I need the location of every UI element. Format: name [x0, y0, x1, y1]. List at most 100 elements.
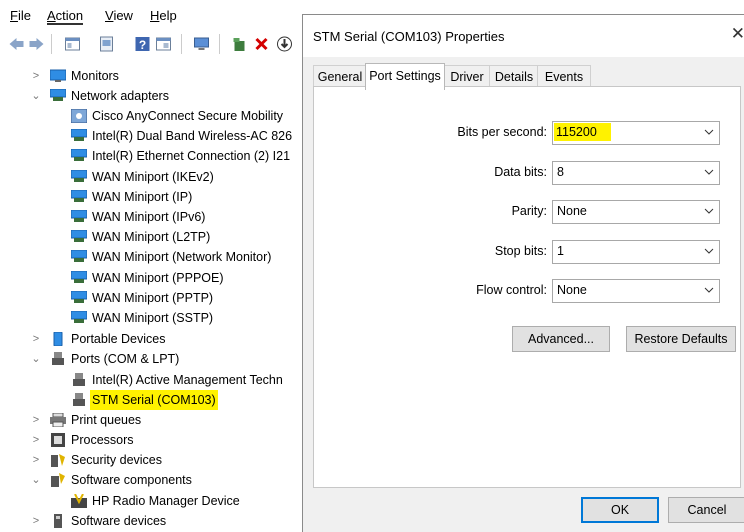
toolbar-separator: [51, 34, 52, 54]
tree-item-network-adapter[interactable]: Intel(R) Ethernet Connection (2) I21: [0, 146, 310, 166]
chevron-down-icon: [704, 208, 714, 214]
tree-item-network-adapter[interactable]: WAN Miniport (IPv6): [0, 207, 310, 227]
dialog-title: STM Serial (COM103) Properties: [313, 29, 505, 44]
network-adapter-icon: [50, 89, 66, 101]
tree-item-ports[interactable]: ⌄ Ports (COM & LPT): [0, 349, 310, 369]
tab-general[interactable]: General: [313, 65, 367, 88]
dialog-title-bar: STM Serial (COM103) Properties ✕: [303, 15, 744, 57]
help-icon[interactable]: ?: [134, 36, 151, 52]
monitor-icon: [50, 69, 66, 82]
tree-item-network-adapter[interactable]: WAN Miniport (Network Monitor): [0, 247, 310, 267]
network-adapter-icon: [71, 250, 87, 263]
close-icon[interactable]: ✕: [731, 24, 744, 44]
menu-view[interactable]: View: [105, 8, 133, 23]
port-settings-panel: Bits per second: 115200 Data bits: 8 Par…: [313, 86, 741, 488]
tab-details[interactable]: Details: [489, 65, 539, 88]
add-driver-icon[interactable]: [231, 36, 248, 52]
port-connector-icon: [73, 373, 85, 386]
vpn-adapter-icon: [71, 109, 87, 123]
tree-item-portable-devices[interactable]: > Portable Devices: [0, 329, 310, 349]
restore-defaults-button[interactable]: Restore Defaults: [626, 326, 736, 352]
properties-dialog: STM Serial (COM103) Properties ✕ General…: [302, 14, 744, 532]
tree-item-processors[interactable]: > Processors: [0, 430, 310, 450]
forward-arrow-icon[interactable]: [28, 36, 45, 52]
stop-bits-label: Stop bits:: [494, 244, 547, 258]
chevron-right-icon[interactable]: >: [30, 410, 42, 430]
printer-icon: [50, 413, 66, 427]
chevron-right-icon[interactable]: >: [30, 450, 42, 470]
toolbar-separator: [181, 34, 182, 54]
network-adapter-icon: [71, 270, 87, 283]
flow-control-select[interactable]: None: [552, 279, 720, 303]
download-icon[interactable]: [276, 36, 293, 52]
chevron-down-icon[interactable]: ⌄: [30, 470, 42, 490]
tree-item-network-adapter[interactable]: WAN Miniport (L2TP): [0, 227, 310, 247]
device-view-icon[interactable]: [155, 36, 172, 52]
tab-driver[interactable]: Driver: [443, 65, 491, 88]
network-adapter-icon: [71, 210, 87, 222]
tree-item-stm-serial[interactable]: STM Serial (COM103): [0, 390, 310, 410]
tree-item-network-adapter[interactable]: Intel(R) Dual Band Wireless-AC 826: [0, 126, 310, 146]
chevron-right-icon[interactable]: >: [30, 511, 42, 531]
radio-tower-icon: [71, 494, 87, 508]
tree-item-network-adapter[interactable]: WAN Miniport (SSTP): [0, 308, 310, 328]
chevron-down-icon: [704, 129, 714, 135]
chevron-down-icon[interactable]: ⌄: [30, 349, 42, 369]
network-adapter-icon: [71, 230, 87, 243]
tree-item-monitors[interactable]: > Monitors: [0, 66, 310, 86]
tree-item-security-devices[interactable]: > Security devices: [0, 450, 310, 470]
network-adapter-icon: [71, 149, 87, 162]
advanced-button[interactable]: Advanced...: [512, 326, 610, 352]
tree-item-network-adapter[interactable]: WAN Miniport (IKEv2): [0, 167, 310, 187]
properties-window-icon[interactable]: [64, 36, 81, 52]
svg-text:?: ?: [139, 38, 146, 52]
tree-item-network-adapter[interactable]: WAN Miniport (PPPOE): [0, 268, 310, 288]
flow-control-label: Flow control:: [476, 283, 547, 297]
bits-per-second-select[interactable]: 115200: [552, 121, 720, 145]
software-component-icon: [51, 473, 65, 487]
tree-item-network-adapter[interactable]: WAN Miniport (PPTP): [0, 288, 310, 308]
software-device-icon: [54, 514, 62, 528]
parity-label: Parity:: [511, 204, 547, 218]
chevron-right-icon[interactable]: >: [30, 430, 42, 450]
stop-bits-select[interactable]: 1: [552, 240, 720, 264]
ok-button[interactable]: OK: [581, 497, 659, 523]
back-arrow-icon[interactable]: [8, 36, 25, 52]
port-connector-icon: [52, 352, 64, 365]
tree-item-network-adapter[interactable]: Cisco AnyConnect Secure Mobility: [0, 106, 310, 126]
toolbar: ?: [0, 30, 310, 58]
tree-item-intel-amt[interactable]: Intel(R) Active Management Techn: [0, 370, 310, 390]
toolbar-separator: [219, 34, 220, 54]
cancel-button[interactable]: Cancel: [668, 497, 744, 523]
chevron-right-icon[interactable]: >: [30, 329, 42, 349]
port-connector-icon: [73, 393, 85, 406]
menu-help[interactable]: Help: [150, 8, 177, 23]
network-adapter-icon: [71, 189, 87, 202]
tree-item-software-components[interactable]: ⌄ Software components: [0, 470, 310, 490]
processor-chip-icon: [51, 433, 65, 447]
data-bits-select[interactable]: 8: [552, 161, 720, 185]
data-bits-label: Data bits:: [494, 165, 547, 179]
update-driver-icon[interactable]: [98, 36, 115, 52]
tree-item-print-queues[interactable]: > Print queues: [0, 410, 310, 430]
uninstall-x-icon[interactable]: [253, 36, 270, 52]
tab-events[interactable]: Events: [537, 65, 591, 88]
chevron-down-icon[interactable]: ⌄: [30, 86, 42, 106]
chevron-down-icon: [704, 248, 714, 254]
bits-per-second-label: Bits per second:: [457, 125, 547, 139]
tree-item-software-devices[interactable]: > Software devices: [0, 511, 310, 531]
network-adapter-icon: [71, 169, 87, 182]
tree-item-hp-radio[interactable]: HP Radio Manager Device: [0, 491, 310, 511]
tab-port-settings[interactable]: Port Settings: [365, 63, 445, 90]
chevron-right-icon[interactable]: >: [30, 66, 42, 86]
network-adapter-icon: [71, 290, 87, 303]
monitor-scan-icon[interactable]: [193, 36, 210, 52]
network-adapter-icon: [71, 311, 87, 323]
security-key-icon: [51, 454, 65, 467]
parity-select[interactable]: None: [552, 200, 720, 224]
menu-file[interactable]: File: [10, 8, 31, 23]
menu-action[interactable]: Action: [47, 8, 84, 25]
portable-device-icon: [53, 332, 63, 346]
tree-item-network-adapters[interactable]: ⌄ Network adapters: [0, 86, 310, 106]
tree-item-network-adapter[interactable]: WAN Miniport (IP): [0, 187, 310, 207]
